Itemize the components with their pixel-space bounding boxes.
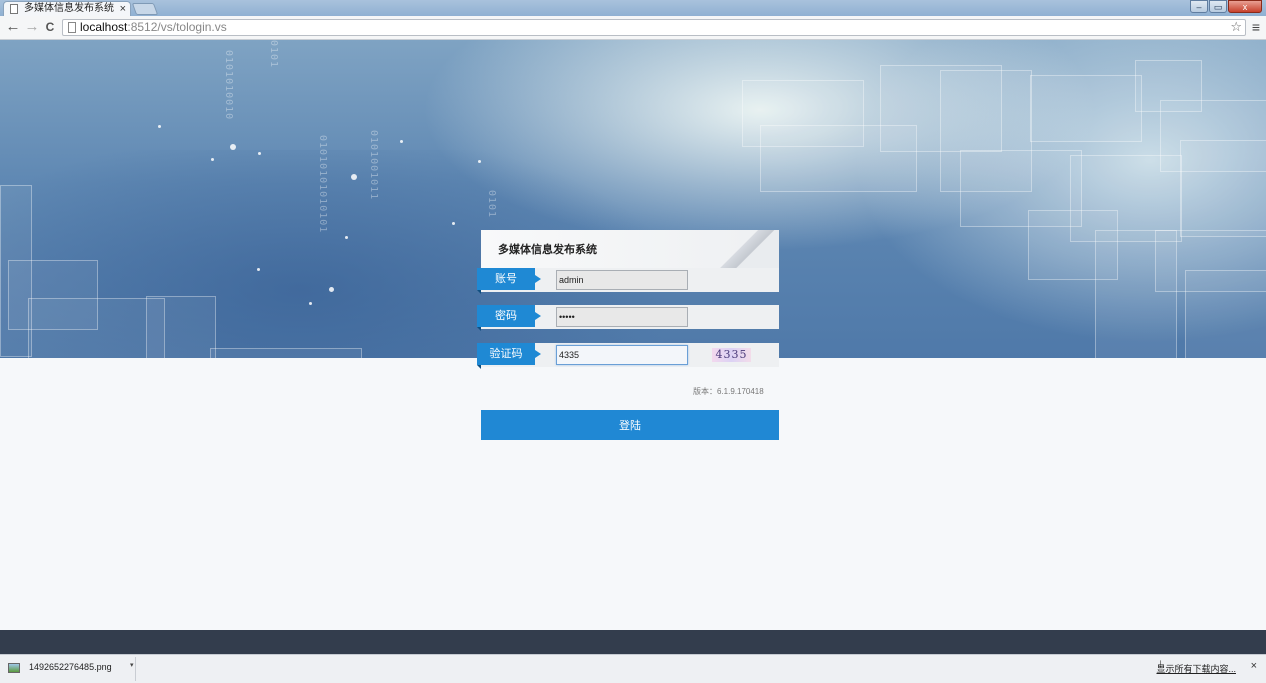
url-path: :8512/vs/tologin.vs xyxy=(127,20,227,34)
page-content: 0101010010 0101 01010101010101 010100101… xyxy=(0,40,1266,654)
decor-binary: 0101001011 xyxy=(368,130,379,201)
show-all-downloads-link[interactable]: 显示所有下载内容... xyxy=(1156,662,1236,675)
decor-dot xyxy=(351,174,357,180)
account-input[interactable] xyxy=(556,270,688,290)
browser-menu-icon[interactable]: ≡ xyxy=(1252,19,1260,35)
decor-square xyxy=(1185,270,1266,358)
decor-binary: 0101 xyxy=(268,40,279,69)
login-button[interactable]: 登陆 xyxy=(481,410,779,440)
address-bar[interactable]: localhost:8512/vs/tologin.vs ☆ xyxy=(62,19,1246,36)
reload-button[interactable]: C xyxy=(42,19,58,35)
captcha-row: 验证码 4335 xyxy=(477,343,779,369)
decor-dot xyxy=(230,144,236,150)
decor-binary: 0101010010 xyxy=(223,50,234,121)
bookmark-star-icon[interactable]: ☆ xyxy=(1230,19,1242,35)
decor-square xyxy=(28,298,165,358)
browser-tab-strip: 多媒体信息发布系统 × – ▭ x xyxy=(0,0,1266,16)
window-controls: – ▭ x xyxy=(1190,0,1262,14)
decor-square xyxy=(1135,60,1202,112)
forward-button[interactable]: → xyxy=(24,19,40,35)
password-row: 密码 xyxy=(477,305,779,331)
decor-dot xyxy=(400,140,403,143)
decor-dot xyxy=(258,152,261,155)
restore-button[interactable]: ▭ xyxy=(1209,0,1227,13)
decor-binary: 01010101010101 xyxy=(317,135,328,234)
new-tab-button[interactable] xyxy=(131,3,159,15)
decor-square xyxy=(210,348,362,358)
decor-square xyxy=(1180,140,1266,237)
decor-dot xyxy=(158,125,161,128)
decor-binary: 0101 xyxy=(486,190,497,219)
header-fold-decoration xyxy=(709,230,779,268)
account-label: 账号 xyxy=(477,268,541,294)
decor-dot xyxy=(257,268,260,271)
window-close-button[interactable]: x xyxy=(1228,0,1262,13)
tab-title: 多媒体信息发布系统 xyxy=(24,3,114,14)
decor-square xyxy=(146,296,216,358)
account-row: 账号 xyxy=(477,268,779,294)
login-title: 多媒体信息发布系统 xyxy=(498,244,597,256)
decor-dot xyxy=(478,160,481,163)
download-shelf: 1492652276485.png ▾ ⤓ 显示所有下载内容... × xyxy=(0,654,1266,683)
footer-bar xyxy=(0,630,1266,654)
back-button[interactable]: ← xyxy=(5,19,21,35)
decor-dot xyxy=(329,287,334,292)
captcha-label: 验证码 xyxy=(477,343,541,369)
version-text: 版本：6.1.9.170418 xyxy=(693,387,764,396)
page-icon xyxy=(10,4,18,14)
download-menu-chevron-icon[interactable]: ▾ xyxy=(130,661,134,669)
password-input[interactable] xyxy=(556,307,688,327)
browser-tab[interactable]: 多媒体信息发布系统 × xyxy=(3,1,131,16)
close-shelf-icon[interactable]: × xyxy=(1251,660,1257,672)
decor-dot xyxy=(452,222,455,225)
page-icon xyxy=(68,22,76,33)
password-label: 密码 xyxy=(477,305,541,331)
download-file-name: 1492652276485.png xyxy=(29,662,112,672)
decor-dot xyxy=(345,236,348,239)
download-item[interactable]: 1492652276485.png ▾ xyxy=(2,657,136,681)
login-panel: 多媒体信息发布系统 账号 密码 验证码 4335 版本：6.1.9.170418… xyxy=(477,230,779,440)
decor-square xyxy=(1030,75,1142,142)
captcha-image[interactable]: 4335 xyxy=(712,348,751,362)
browser-toolbar: ← → C localhost:8512/vs/tologin.vs ☆ ≡ xyxy=(0,16,1266,40)
url-text[interactable]: localhost:8512/vs/tologin.vs xyxy=(80,20,227,35)
minimize-button[interactable]: – xyxy=(1190,0,1208,13)
decor-dot xyxy=(309,302,312,305)
decor-dot xyxy=(211,158,214,161)
url-host: localhost xyxy=(80,20,128,34)
image-file-icon xyxy=(8,663,20,673)
captcha-input[interactable] xyxy=(556,345,688,365)
login-header: 多媒体信息发布系统 xyxy=(481,230,779,268)
tab-close-icon[interactable]: × xyxy=(120,2,126,16)
